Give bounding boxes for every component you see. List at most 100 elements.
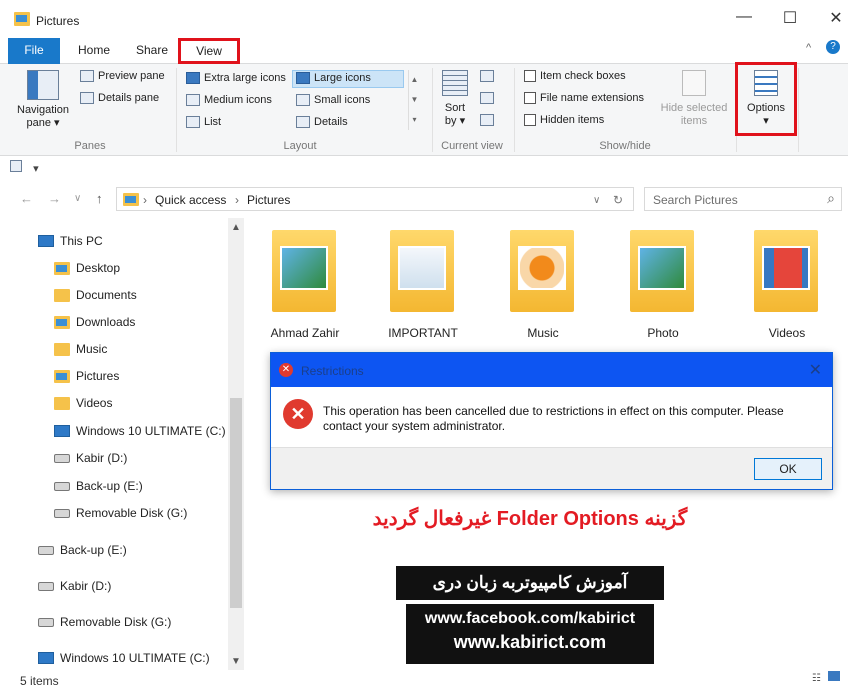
nav-drive-g[interactable]: Removable Disk (G:)	[54, 506, 187, 520]
scroll-down-icon[interactable]: ▼	[231, 656, 241, 667]
removable-drive-icon	[54, 508, 70, 518]
nav-label: Back-up (E:)	[76, 479, 143, 493]
hidden-items-toggle[interactable]: Hidden items	[524, 114, 604, 126]
nav-scrollbar[interactable]: ▲ ▼	[228, 218, 244, 670]
url-banner: www.facebook.com/kabirict www.kabirict.c…	[406, 604, 654, 664]
folder-item[interactable]: Videos	[732, 222, 842, 342]
layout-details[interactable]: Details	[296, 116, 348, 128]
nav-drive-d[interactable]: Kabir (D:)	[54, 451, 127, 465]
checkbox[interactable]	[524, 114, 536, 126]
folder-icon	[14, 12, 30, 26]
address-bar[interactable]: › Quick access › Pictures ∨ ↻	[116, 187, 634, 211]
layout-extra-large-icons[interactable]: Extra large icons	[186, 72, 286, 84]
nav-documents[interactable]: Documents	[54, 288, 137, 302]
separator	[514, 68, 515, 152]
navigation-pane-label: Navigation	[17, 104, 69, 116]
maximize-button[interactable]: ☐	[770, 8, 810, 30]
nav-kabir-d[interactable]: Kabir (D:)	[38, 579, 111, 593]
nav-label: Desktop	[76, 261, 121, 275]
add-columns-button[interactable]	[480, 92, 494, 104]
ribbon: Navigation pane ▾ Preview pane Details p…	[0, 64, 848, 156]
nav-desktop[interactable]: Desktop	[54, 261, 120, 275]
dialog-close-icon[interactable]: ✕	[809, 360, 822, 380]
tab-share[interactable]: Share	[126, 38, 178, 64]
up-icon[interactable]: ↑	[96, 191, 103, 206]
folder-item[interactable]: IMPORTANT	[368, 222, 478, 342]
extra-large-icons-icon	[186, 72, 200, 84]
nav-label: Removable Disk (G:)	[60, 615, 172, 629]
ok-button[interactable]: OK	[754, 458, 822, 480]
item-check-boxes-toggle[interactable]: Item check boxes	[524, 70, 626, 82]
checkbox-label: Item check boxes	[540, 70, 626, 82]
large-icons-icon	[296, 72, 310, 84]
tab-view[interactable]: View	[178, 38, 240, 64]
nav-removable-g[interactable]: Removable Disk (G:)	[38, 615, 171, 629]
layout-small-icons[interactable]: Small icons	[296, 94, 370, 106]
nav-label: Back-up (E:)	[60, 543, 127, 557]
group-by-button[interactable]	[480, 70, 494, 82]
sort-label: Sort	[444, 102, 466, 114]
folder-item[interactable]: Music	[488, 222, 598, 342]
tab-file[interactable]: File	[8, 38, 60, 64]
close-button[interactable]: ✕	[816, 8, 848, 30]
tab-home[interactable]: Home	[66, 38, 122, 64]
nav-downloads[interactable]: Downloads	[54, 315, 135, 329]
media-player-thumbnail	[518, 246, 566, 290]
nav-backup-e[interactable]: Back-up (E:)	[38, 543, 127, 557]
search-box[interactable]: Search Pictures ⌕	[644, 187, 842, 211]
refresh-icon[interactable]: ↻	[613, 193, 623, 207]
details-pane-button[interactable]: Details pane	[80, 92, 159, 104]
nav-this-pc[interactable]: This PC	[38, 234, 103, 248]
hide-selected-items-button[interactable]: Hide selected items	[656, 70, 732, 128]
size-columns-button[interactable]	[480, 114, 494, 126]
details-icon	[296, 116, 310, 128]
breadcrumb-quick-access[interactable]: Quick access	[155, 193, 226, 207]
recent-locations-icon[interactable]: ∨	[74, 193, 81, 204]
scroll-up-icon[interactable]: ▲	[231, 222, 241, 233]
layout-gallery-scroll[interactable]: ▲ ▼ ▾	[408, 70, 420, 130]
folder-item[interactable]: Photo	[608, 222, 718, 342]
nav-music[interactable]: Music	[54, 342, 107, 356]
nav-pictures[interactable]: Pictures	[54, 369, 119, 383]
scroll-thumb[interactable]	[230, 398, 242, 608]
search-icon[interactable]: ⌕	[827, 190, 835, 207]
layout-large-icons[interactable]: Large icons	[296, 72, 371, 84]
layout-group-label: Layout	[283, 140, 317, 152]
checkbox[interactable]	[524, 70, 536, 82]
collapse-ribbon-icon[interactable]: ^	[806, 42, 811, 54]
nav-windows-c[interactable]: Windows 10 ULTIMATE (C:)	[38, 651, 210, 665]
nav-videos[interactable]: Videos	[54, 396, 112, 410]
large-icons-view-icon[interactable]	[827, 671, 840, 681]
address-dropdown-icon[interactable]: ∨	[593, 195, 600, 206]
small-icons-icon	[296, 94, 310, 106]
properties-icon[interactable]	[10, 160, 22, 172]
file-name-extensions-toggle[interactable]: File name extensions	[524, 92, 644, 104]
layout-label: Extra large icons	[204, 72, 286, 84]
navigation-pane: This PC Desktop Documents Downloads Musi…	[0, 218, 244, 670]
sort-by-button[interactable]: Sort by ▾	[438, 70, 472, 128]
forward-icon[interactable]: →	[48, 191, 61, 206]
options-highlight-box	[735, 62, 797, 136]
details-pane-label: Details pane	[98, 92, 160, 104]
preview-pane-label: Preview pane	[98, 70, 165, 82]
help-icon[interactable]: ?	[826, 40, 840, 54]
breadcrumb-pictures[interactable]: Pictures	[247, 193, 290, 207]
back-icon[interactable]: ←	[20, 191, 33, 206]
nav-drive-e[interactable]: Back-up (E:)	[54, 479, 143, 493]
windows-drive-icon	[54, 425, 70, 437]
ribbon-tabs: File Home Share View ^ ?	[0, 38, 848, 64]
navigation-pane-button[interactable]: Navigation pane ▾	[12, 70, 74, 130]
layout-list[interactable]: List	[186, 116, 221, 128]
folder-label: Videos	[768, 326, 806, 340]
minimize-button[interactable]: —	[724, 8, 764, 30]
separator	[798, 68, 799, 152]
downloads-icon	[54, 315, 70, 329]
layout-medium-icons[interactable]: Medium icons	[186, 94, 272, 106]
folder-item[interactable]: Ahmad Zahir	[250, 222, 360, 342]
nav-drive-c[interactable]: Windows 10 ULTIMATE (C:)	[54, 424, 226, 438]
checkbox[interactable]	[524, 92, 536, 104]
details-view-icon[interactable]: ☷	[812, 673, 821, 684]
customize-qat-icon[interactable]: ▾	[33, 163, 39, 175]
preview-pane-button[interactable]: Preview pane	[80, 70, 165, 82]
show-hide-group-label: Show/hide	[599, 140, 651, 152]
